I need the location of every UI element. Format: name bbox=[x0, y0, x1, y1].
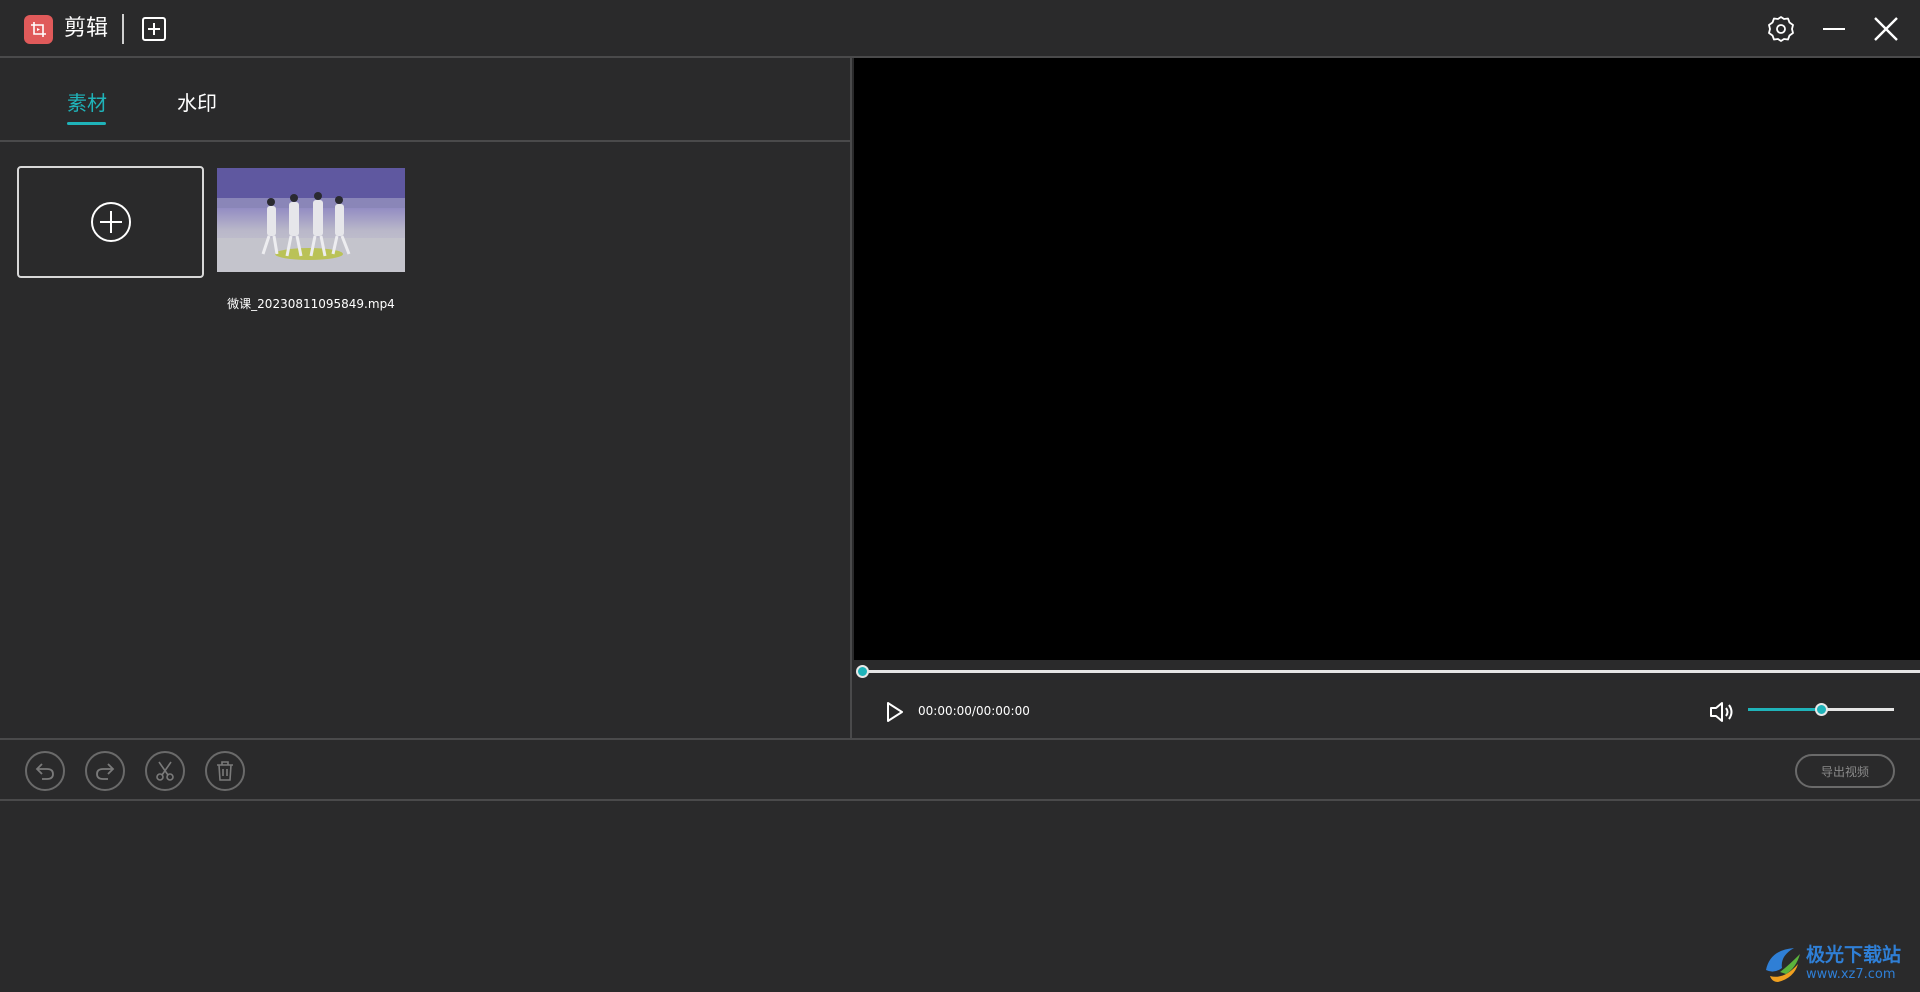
video-thumbnail-image bbox=[217, 168, 405, 272]
volume-level bbox=[1748, 708, 1821, 711]
timeline-area[interactable] bbox=[0, 801, 1920, 992]
watermark-logo-icon bbox=[1766, 948, 1800, 982]
play-button[interactable] bbox=[882, 700, 906, 724]
redo-icon bbox=[96, 763, 115, 780]
export-video-button[interactable]: 导出视频 bbox=[1795, 754, 1895, 788]
tab-watermark[interactable]: 水印 bbox=[177, 90, 217, 116]
redo-button[interactable] bbox=[85, 751, 125, 791]
undo-icon bbox=[35, 763, 54, 780]
settings-button[interactable] bbox=[1766, 14, 1796, 44]
cut-button[interactable] bbox=[145, 751, 185, 791]
media-thumbnail[interactable] bbox=[217, 168, 405, 272]
volume-slider[interactable] bbox=[1748, 703, 1894, 716]
gear-icon bbox=[1768, 16, 1794, 42]
circle-plus-icon bbox=[90, 202, 131, 242]
media-filename: 微课_20230811095849.mp4 bbox=[227, 297, 395, 311]
close-icon bbox=[1874, 17, 1898, 41]
app-icon bbox=[24, 15, 53, 44]
progress-bar[interactable] bbox=[858, 670, 1920, 673]
minimize-button[interactable] bbox=[1819, 14, 1849, 44]
app-title: 剪辑 bbox=[64, 16, 109, 41]
undo-button[interactable] bbox=[25, 751, 65, 791]
volume-button[interactable] bbox=[1708, 698, 1736, 726]
plus-square-icon bbox=[142, 17, 166, 41]
tab-materials[interactable]: 素材 bbox=[67, 90, 107, 116]
progress-handle[interactable] bbox=[856, 665, 869, 678]
close-button[interactable] bbox=[1871, 14, 1901, 44]
title-divider bbox=[122, 14, 124, 44]
watermark-title: 极光下载站 bbox=[1806, 944, 1902, 966]
tab-bar: 素材 水印 bbox=[0, 58, 852, 142]
time-display: 00:00:00/00:00:00 bbox=[918, 704, 1030, 718]
new-project-button[interactable] bbox=[141, 16, 167, 42]
watermark-url: www.xz7.com bbox=[1806, 967, 1896, 982]
title-bar: 剪辑 bbox=[0, 0, 1920, 58]
delete-button[interactable] bbox=[205, 751, 245, 791]
media-panel: 素材 水印 微课_20230811095849.mp4 bbox=[0, 58, 852, 738]
volume-handle[interactable] bbox=[1815, 703, 1828, 716]
active-tab-indicator bbox=[67, 122, 106, 125]
site-watermark: 极光下载站 www.xz7.com bbox=[1760, 938, 1920, 988]
play-icon bbox=[887, 702, 903, 722]
player-controls: 00:00:00/00:00:00 bbox=[854, 660, 1920, 738]
video-preview[interactable] bbox=[854, 58, 1920, 660]
crop-icon bbox=[31, 22, 46, 37]
speaker-icon bbox=[1710, 702, 1733, 722]
add-media-button[interactable] bbox=[17, 166, 204, 278]
minimize-icon bbox=[1823, 28, 1845, 30]
trash-icon bbox=[217, 761, 233, 781]
scissors-icon bbox=[156, 761, 174, 781]
edit-toolbar: 导出视频 bbox=[0, 738, 1920, 801]
